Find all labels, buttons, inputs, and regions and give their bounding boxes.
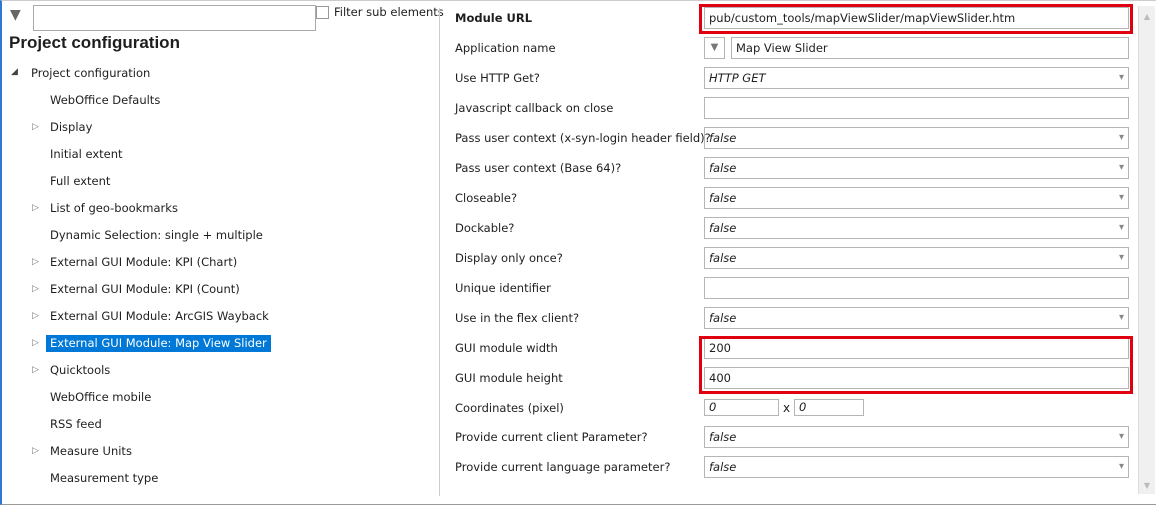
expand-icon[interactable]: ▷ xyxy=(32,284,39,294)
property-select[interactable]: false xyxy=(704,157,1129,179)
expand-icon[interactable]: ▷ xyxy=(32,338,39,348)
property-label: GUI module width xyxy=(455,341,558,355)
property-select[interactable]: false xyxy=(704,307,1129,329)
tree-item[interactable]: External GUI Module: Map View Slider xyxy=(46,335,271,352)
tree-item[interactable]: WebOffice mobile xyxy=(46,389,155,406)
tree-item[interactable]: Display xyxy=(46,119,96,136)
application-name-input[interactable]: Map View Slider xyxy=(731,37,1129,59)
property-label: Coordinates (pixel) xyxy=(455,401,564,415)
highlight-module-url xyxy=(699,4,1133,34)
expand-icon[interactable]: ▷ xyxy=(32,203,39,213)
highlight-gui-size xyxy=(699,336,1133,394)
tree-item[interactable]: External GUI Module: ArcGIS Wayback xyxy=(46,308,273,325)
page-title: Project configuration xyxy=(9,33,180,52)
property-label: Unique identifier xyxy=(455,281,551,295)
property-select[interactable]: false xyxy=(704,456,1129,478)
property-select[interactable]: false xyxy=(704,426,1129,448)
property-input[interactable] xyxy=(704,97,1129,119)
property-input[interactable] xyxy=(704,277,1129,299)
tree-root[interactable]: Project configuration xyxy=(31,66,150,80)
property-label: Module URL xyxy=(455,11,533,25)
tree-item[interactable]: RSS feed xyxy=(46,416,106,433)
property-select[interactable]: false xyxy=(704,247,1129,269)
coord-y-input[interactable]: 0 xyxy=(794,399,864,416)
tree-item[interactable]: List of geo-bookmarks xyxy=(46,200,182,217)
collapse-icon[interactable]: ◢ xyxy=(11,67,18,77)
expand-icon[interactable]: ▷ xyxy=(32,311,39,321)
tree-item[interactable]: External GUI Module: KPI (Chart) xyxy=(46,254,241,271)
dropdown-button[interactable]: ▼ xyxy=(704,37,725,59)
property-label: Application name xyxy=(455,41,556,55)
property-select[interactable]: false xyxy=(704,127,1129,149)
property-label: Pass user context (x-syn-login header fi… xyxy=(455,131,711,145)
property-label: Use HTTP Get? xyxy=(455,71,540,85)
tree-item[interactable]: Quicktools xyxy=(46,362,114,379)
property-label: Pass user context (Base 64)? xyxy=(455,161,622,175)
property-label: Provide current client Parameter? xyxy=(455,430,648,444)
tree-item[interactable]: Measurement type xyxy=(46,470,162,487)
property-label: Display only once? xyxy=(455,251,563,265)
property-label: Closeable? xyxy=(455,191,518,205)
property-label: Provide current language parameter? xyxy=(455,460,671,474)
expand-icon[interactable]: ▷ xyxy=(32,446,39,456)
expand-icon[interactable]: ▷ xyxy=(32,257,39,267)
tree-item[interactable]: Full extent xyxy=(46,173,114,190)
tree-item[interactable]: Measure Units xyxy=(46,443,136,460)
tree-item[interactable]: WebOffice Defaults xyxy=(46,92,164,109)
filter-input[interactable] xyxy=(33,5,316,31)
pane-divider[interactable] xyxy=(439,8,440,496)
tree-item[interactable]: Initial extent xyxy=(46,146,127,163)
property-label: GUI module height xyxy=(455,371,563,385)
property-label: Dockable? xyxy=(455,221,515,235)
filter-sub-elements-label: Filter sub elements xyxy=(334,5,444,19)
scrollbar[interactable]: ▲ ▼ xyxy=(1138,6,1155,494)
property-select[interactable]: false xyxy=(704,187,1129,209)
property-select[interactable]: HTTP GET xyxy=(704,67,1129,89)
expand-icon[interactable]: ▷ xyxy=(32,122,39,132)
expand-icon[interactable]: ▷ xyxy=(32,365,39,375)
property-label: Javascript callback on close xyxy=(455,101,614,115)
filter-sub-elements-checkbox[interactable] xyxy=(316,6,329,19)
property-select[interactable]: false xyxy=(704,217,1129,239)
tree-item[interactable]: Dynamic Selection: single + multiple xyxy=(46,227,267,244)
tree-item[interactable]: External GUI Module: KPI (Count) xyxy=(46,281,244,298)
coord-separator: x xyxy=(783,401,791,415)
coord-x-input[interactable]: 0 xyxy=(704,399,779,416)
property-label: Use in the flex client? xyxy=(455,311,580,325)
filter-icon[interactable]: ▼ xyxy=(10,7,21,23)
